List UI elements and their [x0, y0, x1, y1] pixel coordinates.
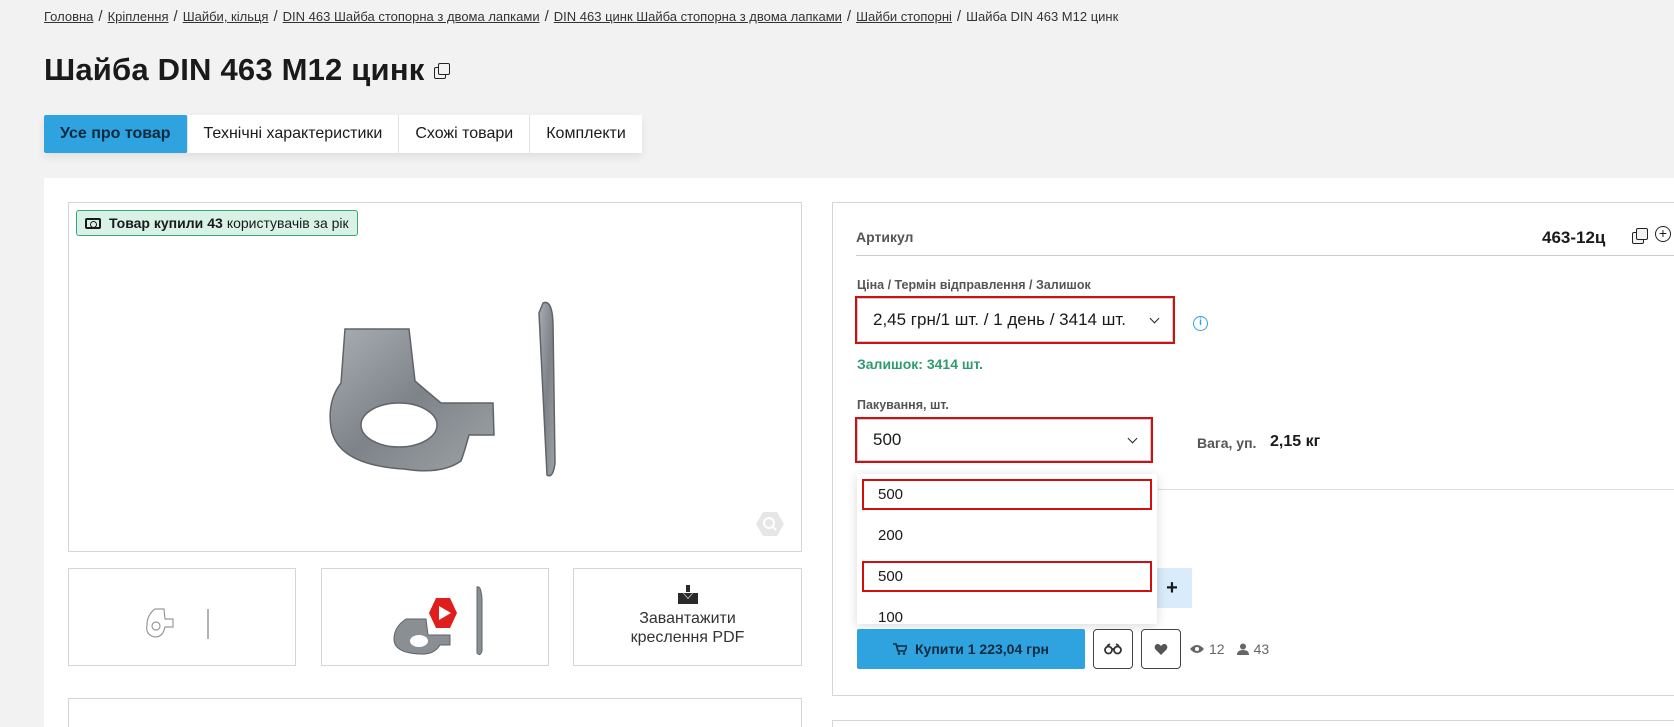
download-pdf-label-line1: Завантажити	[639, 610, 736, 627]
download-icon	[677, 585, 698, 604]
thumbnail-video[interactable]	[321, 568, 549, 666]
buyers-count: 43	[1253, 641, 1270, 657]
packaging-select[interactable]: 500	[855, 417, 1153, 463]
breadcrumb-washers-rings[interactable]: Шайби, кільця	[183, 9, 269, 24]
cart-icon	[893, 643, 907, 655]
drawing-thumbnail-image	[146, 608, 209, 639]
download-pdf-thumbnail[interactable]: Завантажити креслення PDF	[573, 568, 802, 666]
views-count: 12	[1209, 641, 1225, 657]
chevron-down-icon	[1149, 313, 1160, 323]
divider	[1158, 489, 1674, 490]
add-icon[interactable]: +	[1655, 226, 1671, 242]
breadcrumb: Головна / Кріплення / Шайби, кільця / DIN 463 …	[44, 8, 1119, 25]
copy-sku-icon[interactable]	[1632, 228, 1648, 244]
tab-all-about-product[interactable]: Усе про товар	[44, 115, 188, 153]
sku-value: 463-12ц	[1542, 228, 1606, 247]
packaging-option[interactable]: 500	[857, 556, 1157, 597]
title-row: Шайба DIN 463 M12 цинк	[44, 52, 451, 88]
packaging-option[interactable]: 200	[857, 515, 1157, 556]
tab-specifications[interactable]: Технічні характеристики	[188, 115, 400, 153]
description-panel	[68, 698, 802, 727]
copy-title-icon[interactable]	[434, 63, 451, 79]
tab-kits[interactable]: Комплекти	[530, 115, 642, 153]
breadcrumb-lock-washers[interactable]: Шайби стопорні	[856, 9, 952, 24]
price-label: Ціна / Термін відправлення / Залишок	[857, 278, 1091, 292]
stock-text: Залишок: 3414 шт.	[857, 356, 984, 372]
breadcrumb-fasteners[interactable]: Кріплення	[108, 9, 169, 24]
compare-button[interactable]	[1093, 629, 1133, 669]
download-pdf-label-line2: креслення PDF	[630, 629, 745, 646]
breadcrumb-current: Шайба DIN 463 M12 цинк	[966, 9, 1119, 24]
heart-icon	[1154, 643, 1168, 655]
compare-icon	[1104, 643, 1122, 655]
page-title: Шайба DIN 463 M12 цинк	[44, 52, 425, 87]
buy-button-label: Купити 1 223,04 грн	[915, 641, 1049, 657]
tabs: Усе про товар Технічні характеристики Сх…	[44, 115, 642, 153]
packaging-label: Пакування, шт.	[857, 398, 949, 412]
sku-label: Артикул	[856, 229, 914, 245]
breadcrumb-home[interactable]: Головна	[44, 9, 93, 24]
download-pdf-label: Завантажити креслення PDF	[574, 609, 801, 647]
product-image-panel[interactable]: Товар купили 43 користувачів за рік	[68, 202, 802, 552]
eye-icon	[1190, 645, 1204, 653]
chevron-down-icon	[1127, 433, 1138, 443]
packaging-select-value: 500	[873, 430, 902, 449]
info-icon[interactable]: i	[1193, 316, 1208, 331]
breadcrumb-din463-zinc[interactable]: DIN 463 цинк Шайба стопорна з двома лапк…	[554, 9, 842, 24]
breadcrumb-din463[interactable]: DIN 463 Шайба стопорна з двома лапками	[283, 9, 540, 24]
price-select[interactable]: 2,45 грн/1 шт. / 1 день / 3414 шт.	[855, 296, 1175, 344]
packaging-option[interactable]: 100	[857, 597, 1157, 624]
wishlist-button[interactable]	[1141, 629, 1181, 669]
details-lower-panel	[832, 720, 1674, 727]
weight-label: Вага, уп.	[1197, 435, 1257, 451]
video-thumbnail-image	[393, 586, 483, 656]
quantity-plus-button[interactable]: +	[1152, 568, 1192, 608]
price-select-value: 2,45 грн/1 шт. / 1 день / 3414 шт.	[873, 310, 1126, 329]
buy-button[interactable]: Купити 1 223,04 грн	[857, 629, 1085, 669]
product-image	[329, 301, 556, 477]
thumbnail-drawing[interactable]	[68, 568, 296, 666]
zoom-icon[interactable]	[755, 511, 785, 537]
packaging-dropdown: 500 200 500 100	[857, 474, 1157, 624]
divider	[856, 255, 1674, 256]
packaging-option[interactable]: 500	[857, 474, 1157, 515]
user-icon	[1236, 643, 1249, 655]
tab-similar-products[interactable]: Схожі товари	[399, 115, 531, 153]
product-stats: 12 43	[1190, 641, 1281, 657]
weight-value: 2,15 кг	[1270, 433, 1321, 450]
